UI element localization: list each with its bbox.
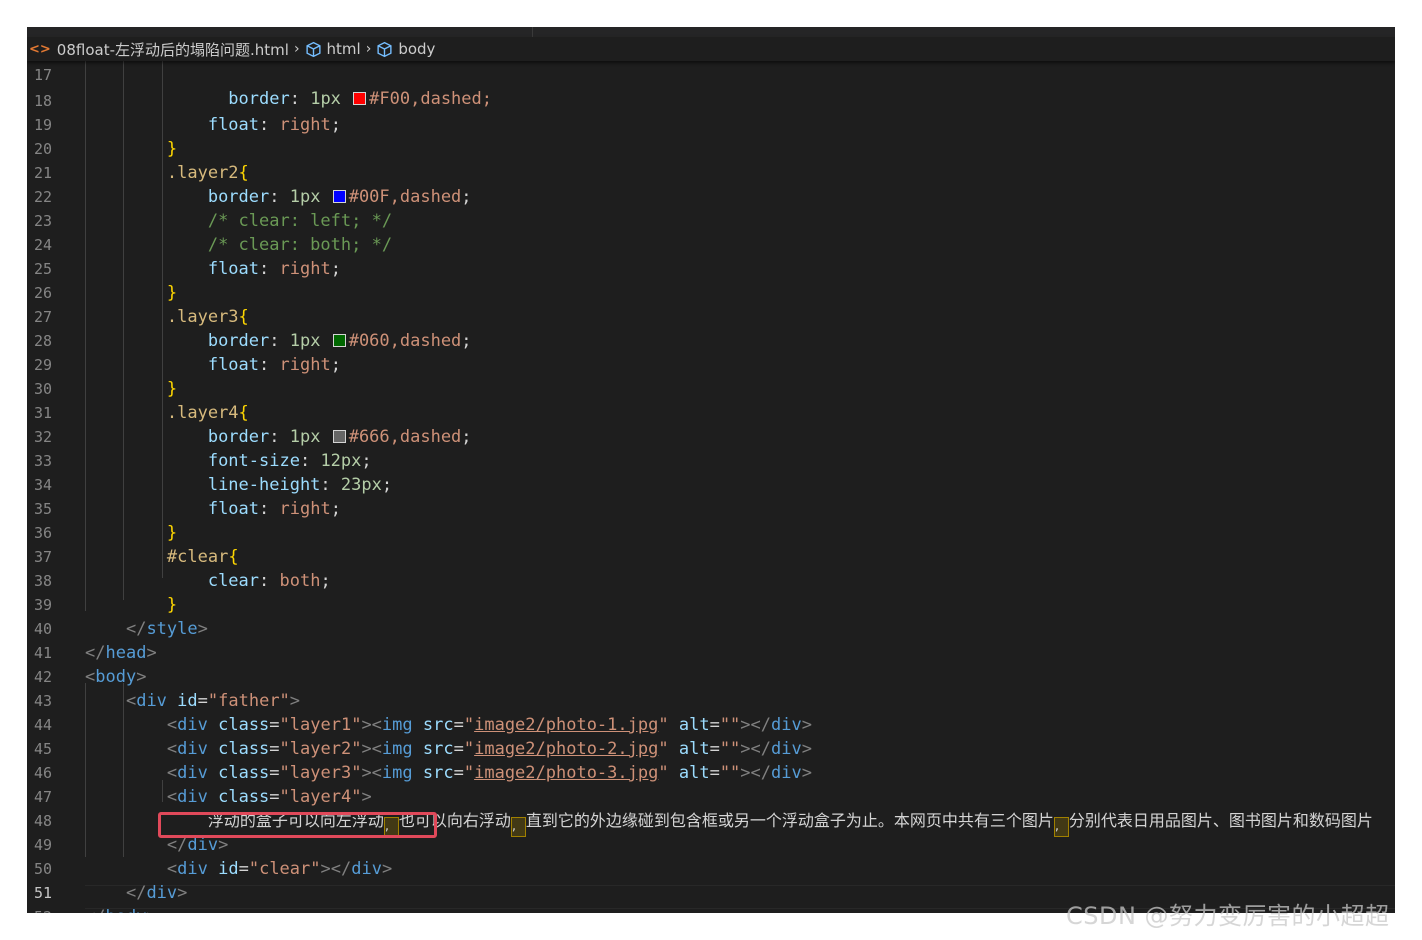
code-line[interactable]: 20 .layer2{	[27, 113, 1395, 183]
code-line[interactable]: 24 float: right;	[27, 209, 1395, 279]
chevron-right-icon: ›	[293, 41, 300, 57]
code-line[interactable]: 51 </body>	[27, 857, 1395, 913]
code-line[interactable]: 34 float: right;	[27, 449, 1395, 519]
code-line[interactable]: 30 .layer4{	[27, 353, 1395, 423]
tab-divider	[532, 27, 533, 37]
code-editor[interactable]: <> 08float-左浮动后的塌陷问题.html › html › body …	[27, 27, 1395, 913]
code-line[interactable]: 47 浮动的盒子可以向左浮动, 也可以向右浮动, 直到它的外边缘碰到包含框或另一个浮…	[27, 761, 1395, 837]
watermark: CSDN @努力变厉害的小超超	[1066, 902, 1390, 930]
cube-icon	[305, 41, 321, 57]
breadcrumb-item-html[interactable]: html	[327, 40, 361, 58]
code-line[interactable]: 37 clear: both;	[27, 521, 1395, 591]
code-line[interactable]: 44 <div class="layer2"><img src="image2/…	[27, 689, 1395, 759]
code-line[interactable]: 33 line-height: 23px;	[27, 425, 1395, 495]
breadcrumb-file[interactable]: 08float-左浮动后的塌陷问题.html	[57, 39, 289, 60]
line-text: </body>	[85, 905, 157, 913]
code-line[interactable]: 22 /* clear: left; */	[27, 161, 1395, 231]
cube-icon	[377, 41, 392, 57]
code-line[interactable]: 38 }	[27, 545, 1395, 615]
code-line[interactable]: 48 </div>	[27, 785, 1395, 855]
code-line[interactable]: 29 }	[27, 329, 1395, 399]
code-line[interactable]: 27 border: 1px #060,dashed;	[27, 281, 1395, 351]
code-line[interactable]: 28 float: right;	[27, 305, 1395, 375]
breadcrumb: <> 08float-左浮动后的塌陷问题.html › html › body	[27, 37, 1395, 61]
code-line[interactable]: 40 </head>	[27, 593, 1395, 663]
code-line[interactable]: 18 float: right;	[27, 65, 1395, 135]
chevron-right-icon: ›	[365, 41, 372, 57]
code-line[interactable]: 39 </style>	[27, 569, 1395, 639]
annotation-highlight-box	[158, 812, 437, 838]
code-line[interactable]: 36 #clear{	[27, 497, 1395, 567]
code-line[interactable]: 21 border: 1px #00F,dashed;	[27, 137, 1395, 207]
html-file-icon: <>	[29, 41, 51, 57]
code-line[interactable]: 42 <div id="father">	[27, 641, 1395, 711]
code-line[interactable]: 19 }	[27, 89, 1395, 159]
tab-strip	[27, 27, 1395, 37]
code-line[interactable]: 35 }	[27, 473, 1395, 543]
code-line[interactable]: 41 <body>	[27, 617, 1395, 687]
code-line[interactable]: 26 .layer3{	[27, 257, 1395, 327]
code-line[interactable]: 32 font-size: 12px;	[27, 401, 1395, 471]
line-number: 52	[27, 905, 52, 913]
code-line[interactable]: 31 border: 1px #666,dashed;	[27, 377, 1395, 447]
code-line[interactable]: 23 /* clear: both; */	[27, 185, 1395, 255]
code-line[interactable]: 46 <div class="layer4">	[27, 737, 1395, 807]
code-line[interactable]: 43 <div class="layer1"><img src="image2/…	[27, 665, 1395, 735]
code-line[interactable]: 25 }	[27, 233, 1395, 303]
code-line[interactable]: 45 <div class="layer3"><img src="image2/…	[27, 713, 1395, 783]
breadcrumb-item-body[interactable]: body	[398, 40, 435, 58]
